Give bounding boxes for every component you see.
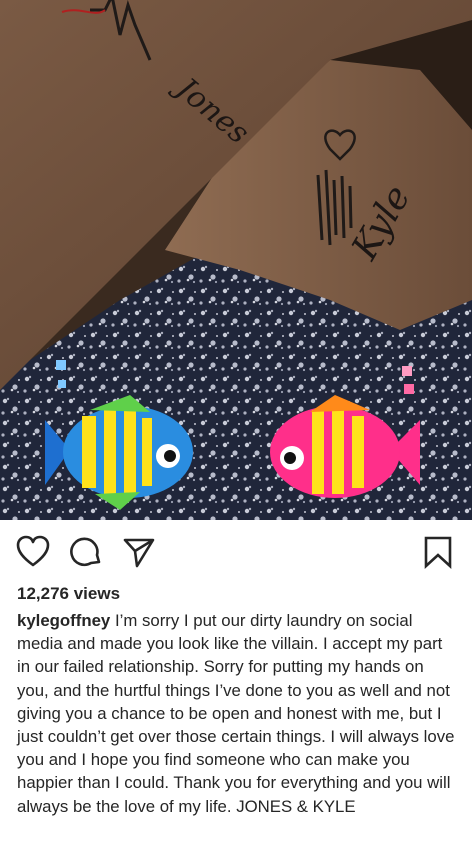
paper-plane-icon[interactable] [122, 535, 156, 569]
caption-username[interactable]: kylegoffney [17, 611, 110, 630]
post-photo[interactable]: Jones Kyle [0, 0, 472, 520]
heart-outline-icon[interactable] [16, 535, 50, 569]
bookmark-icon[interactable] [422, 535, 454, 569]
action-bar [0, 520, 472, 580]
view-count[interactable]: 12,276 views [17, 584, 120, 604]
post-caption: kylegoffney I’m sorry I put our dirty la… [17, 609, 457, 818]
caption-text: I’m sorry I put our dirty laundry on soc… [17, 611, 455, 816]
speech-bubble-icon[interactable] [70, 535, 104, 569]
